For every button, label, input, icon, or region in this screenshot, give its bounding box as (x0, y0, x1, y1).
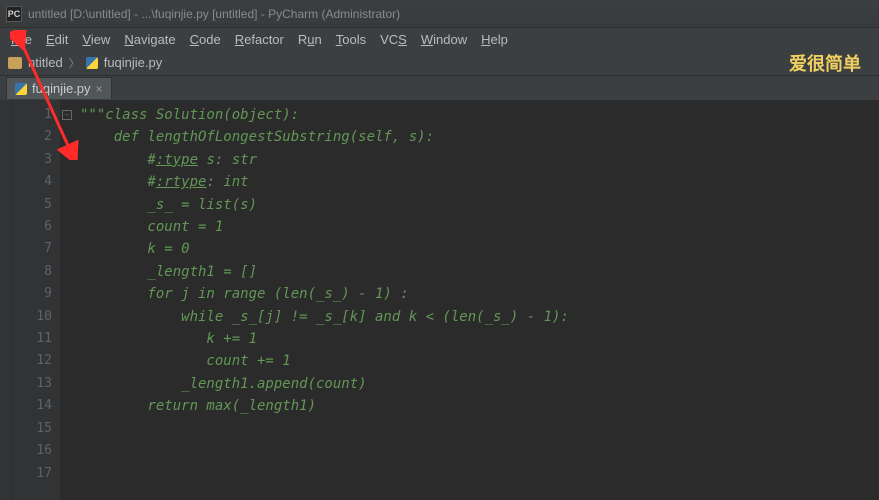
breadcrumb-bar: ntitled 〉 fuqinjie.py 爱很简单 (0, 50, 879, 76)
line-number[interactable]: 11 (16, 328, 52, 350)
tab-label: fuqinjie.py (32, 81, 91, 96)
folder-icon (8, 57, 22, 69)
title-bar: PC untitled [D:\untitled] - ...\fuqinjie… (0, 0, 879, 28)
menu-file[interactable]: File (4, 30, 39, 49)
close-icon[interactable]: × (96, 82, 103, 96)
line-number[interactable]: 3 (16, 149, 52, 171)
code-line[interactable]: #:rtype: int (80, 171, 879, 193)
window-title: untitled [D:\untitled] - ...\fuqinjie.py… (28, 7, 400, 21)
code-line[interactable]: count = 1 (80, 216, 879, 238)
menu-tools[interactable]: Tools (329, 30, 373, 49)
code-line[interactable]: _s_ = list(s) (80, 194, 879, 216)
code-editor[interactable]: """class Solution(object): def lengthOfL… (74, 100, 879, 500)
menu-code[interactable]: Code (183, 30, 228, 49)
line-number[interactable]: 6 (16, 216, 52, 238)
code-line[interactable]: _length1 = [] (80, 261, 879, 283)
menu-view[interactable]: View (75, 30, 117, 49)
code-line[interactable]: """class Solution(object): (80, 104, 879, 126)
menu-edit[interactable]: Edit (39, 30, 75, 49)
menu-bar: File Edit View Navigate Code Refactor Ru… (0, 28, 879, 50)
line-number-gutter[interactable]: 1234567891011121314151617 (12, 100, 60, 500)
python-file-icon (15, 83, 27, 95)
fold-collapse-icon[interactable]: – (62, 110, 72, 120)
line-number[interactable]: 16 (16, 440, 52, 462)
line-number[interactable]: 15 (16, 418, 52, 440)
code-line[interactable]: k += 1 (80, 328, 879, 350)
line-number[interactable]: 14 (16, 395, 52, 417)
breakpoint-gutter[interactable] (0, 100, 12, 500)
line-number[interactable]: 13 (16, 373, 52, 395)
line-number[interactable]: 1 (16, 104, 52, 126)
line-number[interactable]: 7 (16, 238, 52, 260)
fold-gutter[interactable]: – (60, 100, 74, 500)
code-line[interactable]: for j in range (len(_s_) - 1) : (80, 283, 879, 305)
breadcrumb-file[interactable]: fuqinjie.py (104, 55, 163, 70)
code-line[interactable]: return max(_length1) (80, 395, 879, 417)
editor-tabs: fuqinjie.py × (0, 76, 879, 100)
code-line[interactable]: while _s_[j] != _s_[k] and k < (len(_s_)… (80, 306, 879, 328)
pycharm-app-icon: PC (6, 6, 22, 22)
menu-run[interactable]: Run (291, 30, 329, 49)
python-file-icon (86, 57, 98, 69)
line-number[interactable]: 17 (16, 463, 52, 485)
line-number[interactable]: 8 (16, 261, 52, 283)
line-number[interactable]: 2 (16, 126, 52, 148)
line-number[interactable]: 4 (16, 171, 52, 193)
breadcrumb-separator: 〉 (69, 55, 80, 71)
line-number[interactable]: 9 (16, 283, 52, 305)
code-line[interactable]: k = 0 (80, 238, 879, 260)
line-number[interactable]: 5 (16, 194, 52, 216)
menu-navigate[interactable]: Navigate (117, 30, 182, 49)
file-tab[interactable]: fuqinjie.py × (6, 77, 112, 99)
menu-refactor[interactable]: Refactor (228, 30, 291, 49)
editor-area: 1234567891011121314151617 – """class Sol… (0, 100, 879, 500)
menu-vcs[interactable]: VCS (373, 30, 414, 49)
line-number[interactable]: 12 (16, 350, 52, 372)
code-line[interactable]: count += 1 (80, 350, 879, 372)
code-line[interactable]: #:type s: str (80, 149, 879, 171)
code-line[interactable]: def lengthOfLongestSubstring(self, s): (80, 126, 879, 148)
line-number[interactable]: 10 (16, 306, 52, 328)
watermark-text: 爱很简单 (789, 50, 861, 76)
menu-window[interactable]: Window (414, 30, 474, 49)
breadcrumb-project[interactable]: ntitled (28, 55, 63, 70)
code-line[interactable]: _length1.append(count) (80, 373, 879, 395)
menu-help[interactable]: Help (474, 30, 515, 49)
